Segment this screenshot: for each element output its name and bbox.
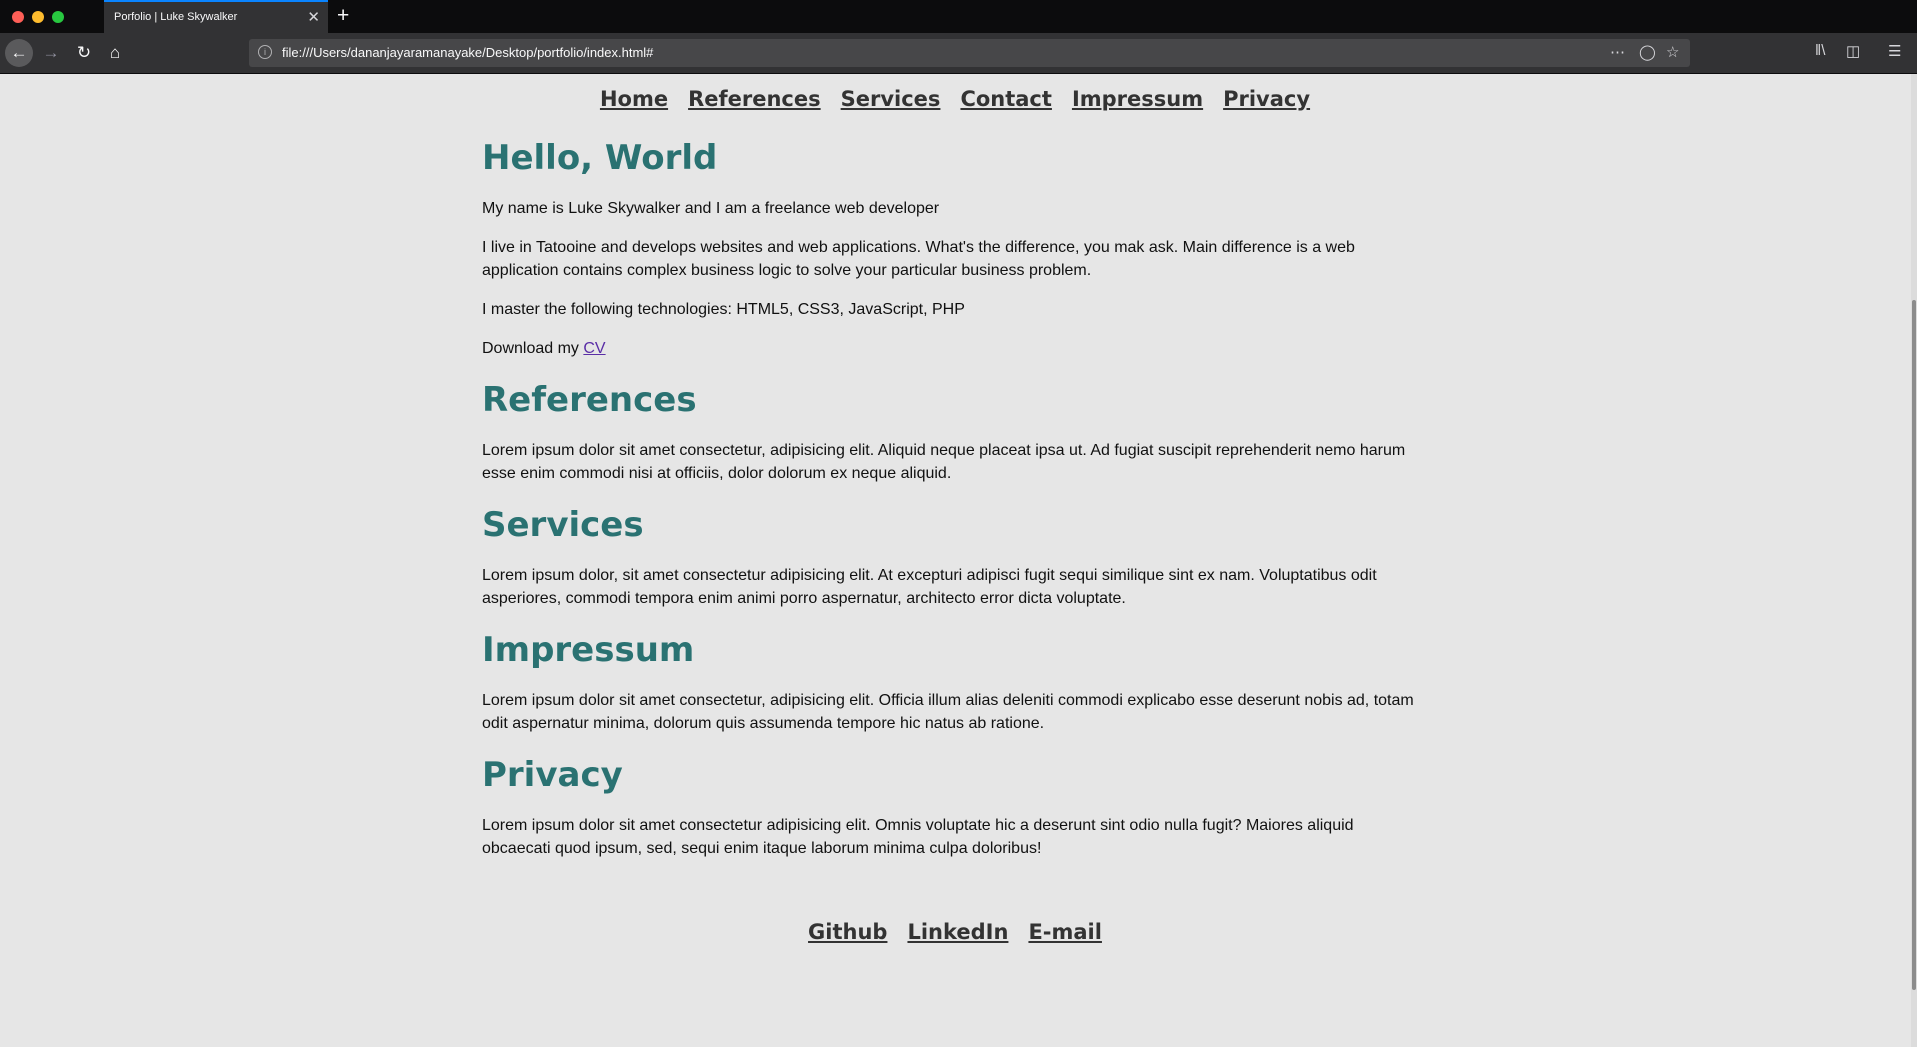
footer-link-linkedin[interactable]: LinkedIn bbox=[907, 920, 1008, 944]
nav-link-home[interactable]: Home bbox=[600, 87, 668, 111]
sidebar-icon[interactable]: ◫ bbox=[1846, 42, 1860, 60]
download-label: Download my bbox=[482, 340, 584, 357]
pocket-icon[interactable]: ◯ bbox=[1639, 43, 1656, 61]
download-paragraph: Download my CV bbox=[482, 337, 1422, 360]
navigation-toolbar: ← → ↻ ⌂ i file:///Users/dananjayaramanay… bbox=[0, 33, 1917, 74]
references-text: Lorem ipsum dolor sit amet consectetur, … bbox=[482, 442, 1406, 482]
hello-heading: Hello, World bbox=[482, 138, 718, 178]
minimize-window-button[interactable] bbox=[32, 11, 44, 23]
address-bar[interactable]: i file:///Users/dananjayaramanayake/Desk… bbox=[249, 39, 1690, 67]
nav-link-references[interactable]: References bbox=[688, 87, 821, 111]
scrollbar-thumb[interactable] bbox=[1912, 300, 1916, 990]
privacy-heading: Privacy bbox=[482, 755, 623, 795]
services-heading: Services bbox=[482, 505, 644, 545]
more-icon[interactable]: ⋯ bbox=[1610, 43, 1625, 61]
services-text: Lorem ipsum dolor, sit amet consectetur … bbox=[482, 567, 1377, 607]
reload-icon[interactable]: ↻ bbox=[70, 39, 98, 67]
browser-tab[interactable]: Porfolio | Luke Skywalker ✕ bbox=[104, 0, 328, 33]
nav-link-services[interactable]: Services bbox=[841, 87, 941, 111]
impressum-text: Lorem ipsum dolor sit amet consectetur, … bbox=[482, 692, 1414, 732]
footer-links: Github LinkedIn E-mail bbox=[0, 920, 1910, 944]
info-icon[interactable]: i bbox=[258, 45, 272, 59]
home-icon[interactable]: ⌂ bbox=[101, 39, 129, 67]
zoom-window-button[interactable] bbox=[52, 11, 64, 23]
close-window-button[interactable] bbox=[12, 11, 24, 23]
privacy-text: Lorem ipsum dolor sit amet consectetur a… bbox=[482, 817, 1354, 857]
nav-link-impressum[interactable]: Impressum bbox=[1072, 87, 1203, 111]
forward-icon[interactable]: → bbox=[37, 39, 65, 67]
nav-link-privacy[interactable]: Privacy bbox=[1223, 87, 1310, 111]
footer-link-github[interactable]: Github bbox=[808, 920, 887, 944]
references-heading: References bbox=[482, 380, 697, 420]
main-content: Hello, World My name is Luke Skywalker a… bbox=[482, 138, 1422, 860]
footer-link-email[interactable]: E-mail bbox=[1028, 920, 1102, 944]
about-paragraph: I live in Tatooine and develops websites… bbox=[482, 239, 1355, 279]
cv-link[interactable]: CV bbox=[583, 340, 605, 357]
url-text[interactable]: file:///Users/dananjayaramanayake/Deskto… bbox=[282, 45, 653, 60]
impressum-heading: Impressum bbox=[482, 630, 695, 670]
menu-icon[interactable]: ☰ bbox=[1888, 42, 1901, 60]
close-tab-icon[interactable]: ✕ bbox=[307, 8, 320, 26]
bookmark-star-icon[interactable]: ☆ bbox=[1666, 43, 1679, 61]
back-icon[interactable]: ← bbox=[5, 39, 33, 67]
intro-paragraph: My name is Luke Skywalker and I am a fre… bbox=[482, 200, 940, 217]
site-nav: Home References Services Contact Impressum Pr… bbox=[0, 87, 1910, 111]
technologies-paragraph: I master the following technologies: HTM… bbox=[482, 301, 965, 318]
library-icon[interactable]: ‖\ bbox=[1815, 42, 1825, 59]
tab-title: Porfolio | Luke Skywalker bbox=[114, 11, 238, 23]
tab-bar: Porfolio | Luke Skywalker ✕ + bbox=[0, 0, 1917, 33]
new-tab-button[interactable]: + bbox=[337, 3, 349, 29]
nav-link-contact[interactable]: Contact bbox=[960, 87, 1052, 111]
page-viewport: Home References Services Contact Impressum Pr… bbox=[0, 74, 1910, 1047]
